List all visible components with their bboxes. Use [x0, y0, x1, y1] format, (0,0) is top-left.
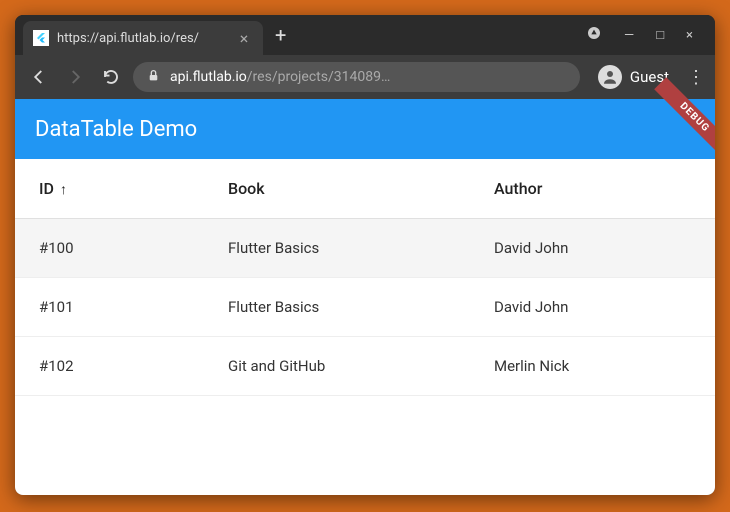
- app-bar: DataTable Demo DEBUG: [15, 99, 715, 159]
- tab-title: https://api.flutlab.io/res/: [57, 31, 227, 46]
- lock-icon: [147, 69, 160, 85]
- cell-book: Flutter Basics: [204, 278, 470, 337]
- new-tab-button[interactable]: +: [275, 23, 286, 47]
- browser-tab[interactable]: https://api.flutlab.io/res/ ×: [23, 21, 263, 55]
- column-label: Book: [228, 179, 265, 198]
- column-header-id[interactable]: ID ↑: [15, 159, 204, 219]
- tab-close-button[interactable]: ×: [235, 29, 253, 48]
- browser-window: https://api.flutlab.io/res/ × + — □ ×: [15, 15, 715, 495]
- cell-author: David John: [470, 219, 715, 278]
- menu-button[interactable]: ⋮: [687, 67, 705, 88]
- incognito-icon: [586, 25, 602, 45]
- flutter-icon: [33, 30, 49, 46]
- browser-toolbar: api.flutlab.io/res/projects/314089… Gues…: [15, 55, 715, 99]
- cell-book: Git and GitHub: [204, 337, 470, 396]
- app-title: DataTable Demo: [35, 117, 197, 142]
- cell-id: #100: [15, 219, 204, 278]
- cell-id: #102: [15, 337, 204, 396]
- page-content: DataTable Demo DEBUG ID ↑ Book Autho: [15, 99, 715, 495]
- forward-button[interactable]: [61, 63, 89, 91]
- table-row[interactable]: #100 Flutter Basics David John: [15, 219, 715, 278]
- column-header-author[interactable]: Author: [470, 159, 715, 219]
- cell-author: Merlin Nick: [470, 337, 715, 396]
- column-header-book[interactable]: Book: [204, 159, 470, 219]
- url-host: api.flutlab.io: [170, 69, 247, 85]
- cell-id: #101: [15, 278, 204, 337]
- table-header-row: ID ↑ Book Author: [15, 159, 715, 219]
- data-table: ID ↑ Book Author #100 Flutter: [15, 159, 715, 495]
- url-path: /res/projects/314089…: [247, 69, 391, 85]
- sort-asc-icon: ↑: [60, 182, 67, 198]
- cell-book: Flutter Basics: [204, 219, 470, 278]
- address-bar[interactable]: api.flutlab.io/res/projects/314089…: [133, 62, 580, 92]
- titlebar: https://api.flutlab.io/res/ × + — □ ×: [15, 15, 715, 55]
- url-text: api.flutlab.io/res/projects/314089…: [170, 69, 390, 85]
- window-controls: — □ ×: [586, 25, 707, 45]
- column-label: ID: [39, 179, 54, 198]
- column-label: Author: [494, 179, 542, 198]
- close-window-button[interactable]: ×: [686, 28, 693, 43]
- back-button[interactable]: [25, 63, 53, 91]
- avatar-icon: [598, 65, 622, 89]
- reload-button[interactable]: [97, 63, 125, 91]
- table-row[interactable]: #101 Flutter Basics David John: [15, 278, 715, 337]
- cell-author: David John: [470, 278, 715, 337]
- maximize-button[interactable]: □: [656, 27, 664, 43]
- table-row[interactable]: #102 Git and GitHub Merlin Nick: [15, 337, 715, 396]
- minimize-button[interactable]: —: [624, 28, 634, 43]
